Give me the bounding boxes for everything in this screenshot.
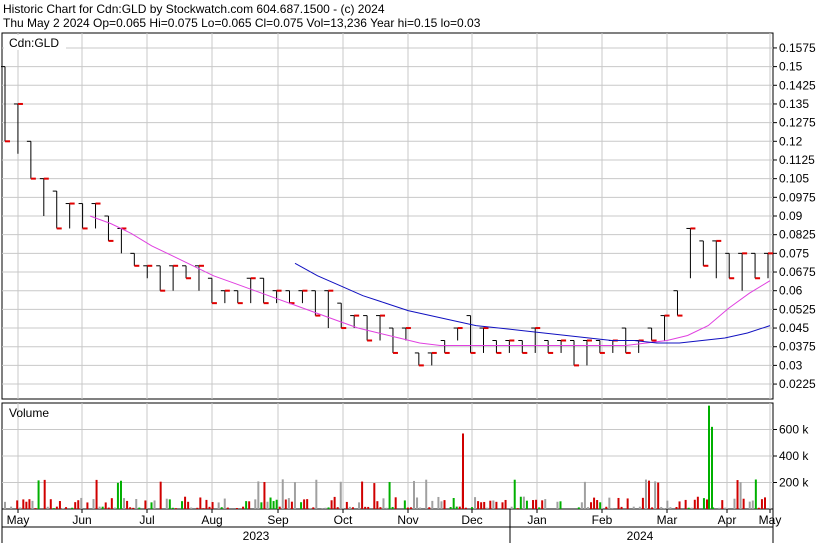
month-tick-label: Sep — [267, 513, 289, 527]
price-tick-label: 0.09 — [779, 209, 803, 223]
price-tick-label: 0.15 — [779, 60, 803, 74]
volume-panel-label: Volume — [9, 406, 49, 420]
price-tick-label: 0.0675 — [779, 265, 816, 279]
month-tick-label: Mar — [657, 513, 678, 527]
price-tick-label: 0.0975 — [779, 190, 816, 204]
month-tick-label: Jan — [527, 513, 546, 527]
price-panel-label: Cdn:GLD — [9, 36, 59, 50]
month-tick-label: Jun — [72, 513, 91, 527]
price-tick-label: 0.135 — [779, 97, 809, 111]
chart-header-title: Historic Chart for Cdn:GLD by Stockwatch… — [3, 2, 385, 16]
month-tick-label: Oct — [334, 513, 353, 527]
volume-tick-label: 600 k — [779, 423, 809, 437]
price-tick-label: 0.0825 — [779, 228, 816, 242]
month-tick-label: Feb — [592, 513, 613, 527]
month-tick-label: Apr — [718, 513, 737, 527]
month-tick-label: May — [759, 513, 782, 527]
price-tick-label: 0.0225 — [779, 377, 816, 391]
volume-y-axis: 600 k 400 k 200 k — [773, 423, 809, 490]
price-tick-label: 0.105 — [779, 172, 809, 186]
month-tick-label: Dec — [461, 513, 482, 527]
chart-header-quote: Thu May 2 2024 Op=0.065 Hi=0.075 Lo=0.06… — [3, 16, 481, 30]
month-tick-label: Jul — [139, 513, 154, 527]
price-tick-label: 0.045 — [779, 321, 809, 335]
month-tick-label: May — [7, 513, 30, 527]
price-tick-label: 0.0375 — [779, 340, 816, 354]
price-tick-label: 0.1575 — [779, 41, 816, 55]
price-tick-label: 0.1125 — [779, 153, 815, 167]
chart-svg: Historic Chart for Cdn:GLD by Stockwatch… — [1, 2, 816, 543]
price-tick-label: 0.12 — [779, 134, 803, 148]
price-y-axis: 0.1575 0.15 0.1425 0.135 0.1275 0.12 0.1125 0.1… — [773, 41, 816, 391]
stock-chart: Historic Chart for Cdn:GLD by Stockwatch… — [0, 0, 830, 543]
volume-tick-label: 400 k — [779, 449, 809, 463]
x-axis: May Jun Jul Aug Sep Oct Nov Dec Jan Feb Mar Apr May 2… — [1, 509, 782, 543]
price-tick-label: 0.1275 — [779, 116, 816, 130]
month-tick-label: Nov — [397, 513, 418, 527]
price-tick-label: 0.075 — [779, 246, 809, 260]
price-tick-label: 0.06 — [779, 284, 803, 298]
year-label-2024: 2024 — [627, 529, 654, 543]
year-label-2023: 2023 — [243, 529, 270, 543]
volume-tick-label: 200 k — [779, 476, 809, 490]
price-tick-label: 0.03 — [779, 358, 803, 372]
price-tick-label: 0.0525 — [779, 302, 816, 316]
price-tick-label: 0.1425 — [779, 78, 816, 92]
month-tick-label: Aug — [201, 513, 222, 527]
